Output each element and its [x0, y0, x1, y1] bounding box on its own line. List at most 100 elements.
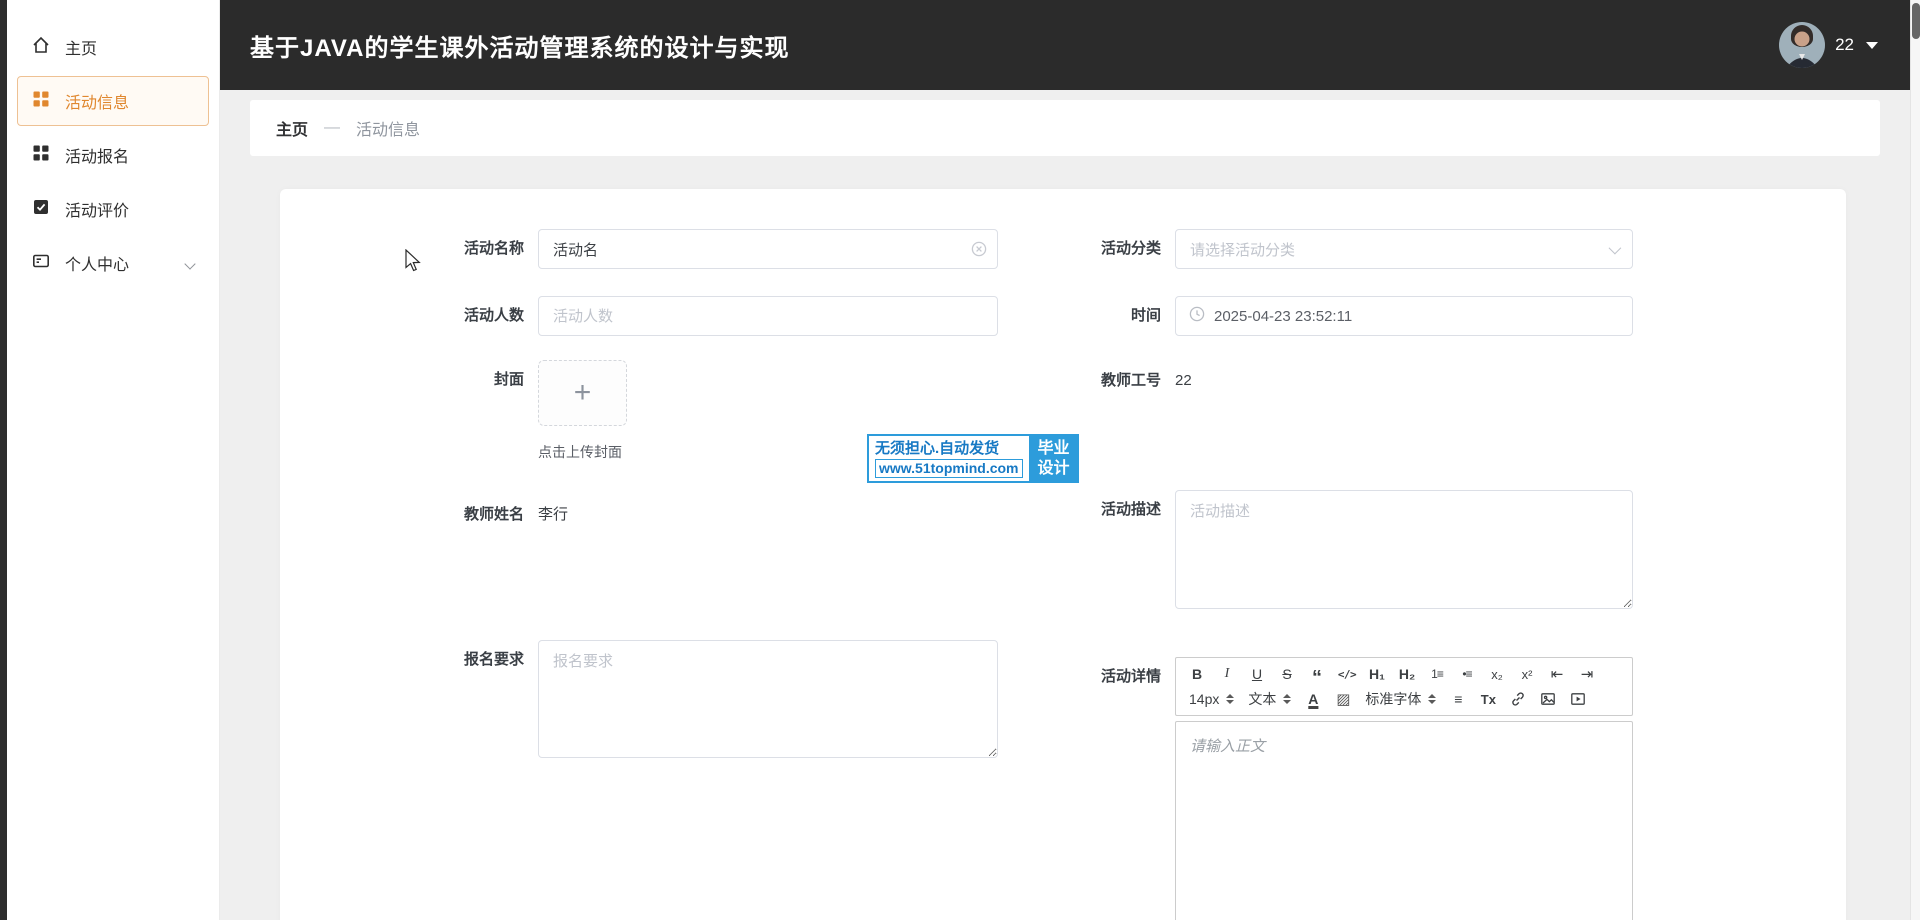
activity-category-placeholder: 请选择活动分类: [1190, 241, 1296, 259]
editor-bold-button[interactable]: B: [1184, 663, 1210, 685]
editor-size-select[interactable]: 14px: [1184, 688, 1239, 710]
editor-image-button[interactable]: [1535, 688, 1561, 710]
form-column-right: 活动分类 请选择活动分类 时间 2025-04-23 23:52:11 教师工号…: [1062, 229, 1846, 920]
cover-upload-button[interactable]: +: [538, 360, 627, 426]
editor-ordered-list-button[interactable]: 1≡: [1424, 663, 1450, 685]
editor-link-button[interactable]: [1505, 688, 1531, 710]
activity-count-input-wrap: [538, 296, 998, 336]
editor-italic-button[interactable]: I: [1214, 663, 1240, 685]
vertical-scrollbar[interactable]: [1910, 0, 1920, 920]
caret-updown-icon: [1226, 694, 1235, 704]
editor-header1-button[interactable]: H₁: [1364, 663, 1390, 685]
activity-category-select[interactable]: 请选择活动分类: [1175, 229, 1633, 269]
activity-name-input[interactable]: [538, 229, 998, 269]
activity-category-row: 活动分类 请选择活动分类: [1062, 229, 1846, 269]
cover-label: 封面: [493, 371, 524, 388]
time-value: 2025-04-23 23:52:11: [1214, 307, 1353, 325]
link-icon: [1510, 691, 1526, 707]
main-content: 主页 — 活动信息 活动名称 活动人数: [220, 90, 1910, 920]
editor-underline-button[interactable]: U: [1244, 663, 1270, 685]
caret-updown-icon: [1428, 694, 1437, 704]
page-title: 基于JAVA的学生课外活动管理系统的设计与实现: [250, 34, 790, 62]
image-icon: [1540, 691, 1556, 707]
editor-background-color-button[interactable]: ▨: [1330, 688, 1356, 710]
activity-count-input[interactable]: [538, 296, 998, 336]
editor-outdent-button[interactable]: ⇤: [1544, 663, 1570, 685]
activity-detail-label: 活动详情: [1100, 668, 1161, 685]
check-square-icon: [31, 197, 51, 222]
editor-video-button[interactable]: [1565, 688, 1591, 710]
editor-bullet-list-button[interactable]: •≡: [1454, 663, 1480, 685]
sidebar-item-activity-review[interactable]: 活动评价: [17, 184, 209, 234]
editor-strike-button[interactable]: S: [1274, 663, 1300, 685]
teacher-name-row: 教师姓名 李行: [280, 498, 1062, 532]
editor-font-value: 标准字体: [1365, 691, 1422, 707]
editor-subscript-button[interactable]: x₂: [1484, 663, 1510, 685]
window-left-edge: [0, 0, 7, 920]
editor-toolbar: B I U S “ </> H₁ H₂ 1≡ •≡ x₂ x² ⇤ ⇥ 14px…: [1175, 657, 1633, 716]
teacher-id-row: 教师工号 22: [1062, 364, 1846, 398]
activity-detail-row: 活动详情 B I U S “ </> H₁ H₂ 1≡ •≡ x₂ x² ⇤ ⇥…: [1062, 657, 1846, 920]
editor-code-button[interactable]: </>: [1334, 663, 1360, 685]
activity-desc-textarea[interactable]: [1175, 490, 1633, 609]
chevron-down-icon: [1608, 241, 1622, 254]
editor-superscript-button[interactable]: x²: [1514, 663, 1540, 685]
clock-icon: [1189, 306, 1205, 326]
sidebar-item-profile[interactable]: 个人中心: [17, 238, 209, 288]
editor-header2-button[interactable]: H₂: [1394, 663, 1420, 685]
activity-count-row: 活动人数: [280, 296, 1062, 336]
activity-desc-label: 活动描述: [1100, 501, 1161, 518]
sidebar-item-activity-signup[interactable]: 活动报名: [17, 130, 209, 180]
editor-text-color-button[interactable]: A: [1300, 688, 1326, 710]
time-row: 时间 2025-04-23 23:52:11: [1062, 296, 1846, 336]
breadcrumb: 主页 — 活动信息: [250, 100, 1880, 156]
signup-req-row: 报名要求: [280, 640, 1062, 758]
teacher-id-value: 22: [1175, 372, 1192, 389]
signup-req-label: 报名要求: [463, 651, 524, 668]
editor-clean-format-button[interactable]: Tx: [1475, 688, 1501, 710]
sidebar-item-label: 活动信息: [65, 95, 130, 112]
breadcrumb-current: 活动信息: [356, 122, 421, 139]
activity-category-label: 活动分类: [1100, 240, 1161, 257]
editor-text-style-select[interactable]: 文本: [1243, 688, 1296, 710]
plus-icon: +: [573, 376, 592, 409]
editor-blockquote-button[interactable]: “: [1304, 663, 1330, 688]
video-icon: [1570, 691, 1586, 707]
editor-align-button[interactable]: ≡: [1445, 688, 1471, 710]
caret-updown-icon: [1283, 694, 1292, 704]
caret-down-icon: [1866, 41, 1878, 49]
card-icon: [31, 251, 51, 276]
sidebar-item-activity-info[interactable]: 活动信息: [17, 76, 209, 126]
activity-name-label: 活动名称: [463, 240, 524, 257]
editor-size-value: 14px: [1189, 691, 1220, 707]
watermark-ad-text: 无须担心.自动发货 www.51topmind.com: [867, 434, 1029, 483]
sidebar-item-home[interactable]: 主页: [17, 22, 209, 72]
sidebar-item-label: 主页: [65, 41, 98, 58]
watermark-ad-url: www.51topmind.com: [875, 459, 1023, 478]
breadcrumb-separator: —: [324, 119, 341, 136]
watermark-ad-badge-line2: 设计: [1037, 459, 1070, 477]
editor-indent-button[interactable]: ⇥: [1574, 663, 1600, 685]
editor-content-area[interactable]: 请输入正文: [1175, 721, 1633, 920]
signup-req-textarea[interactable]: [538, 640, 998, 758]
teacher-id-label: 教师工号: [1100, 372, 1161, 389]
time-input[interactable]: 2025-04-23 23:52:11: [1175, 296, 1633, 336]
teacher-name-value: 李行: [538, 506, 569, 523]
watermark-ad: 无须担心.自动发货 www.51topmind.com 毕业 设计: [867, 434, 1079, 483]
sidebar-item-label: 活动报名: [65, 149, 130, 166]
time-label: 时间: [1130, 307, 1161, 324]
avatar[interactable]: [1779, 22, 1826, 68]
user-menu[interactable]: 22: [1779, 22, 1878, 68]
rich-text-editor: B I U S “ </> H₁ H₂ 1≡ •≡ x₂ x² ⇤ ⇥ 14px…: [1175, 657, 1633, 920]
editor-font-select[interactable]: 标准字体: [1360, 688, 1441, 710]
scrollbar-thumb[interactable]: [1912, 3, 1920, 39]
editor-text-style-value: 文本: [1248, 691, 1277, 707]
cover-upload-hint: 点击上传封面: [538, 444, 622, 460]
activity-name-row: 活动名称: [280, 229, 1062, 269]
app-header: 基于JAVA的学生课外活动管理系统的设计与实现 22: [220, 0, 1920, 90]
form-card: 活动名称 活动人数 封面 +: [280, 189, 1846, 920]
cover-upload-area: + 点击上传封面: [538, 360, 627, 462]
breadcrumb-home[interactable]: 主页: [276, 116, 308, 140]
clear-icon[interactable]: [971, 241, 987, 262]
sidebar-item-label: 个人中心: [65, 257, 130, 274]
